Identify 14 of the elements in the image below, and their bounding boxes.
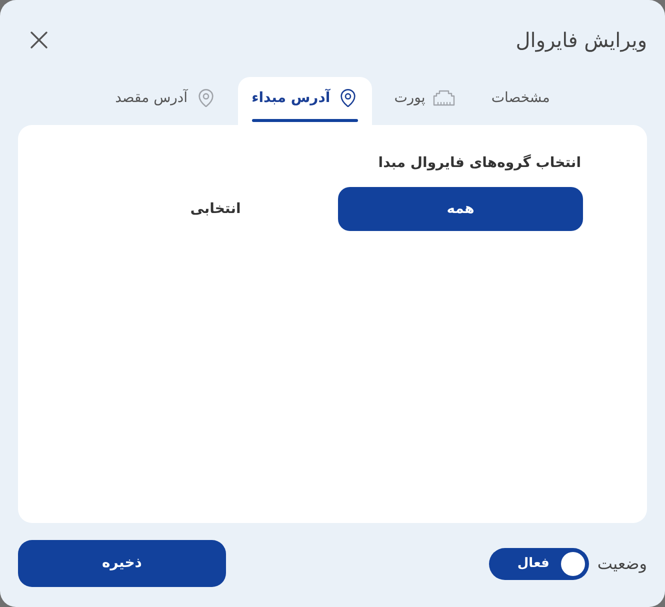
dialog-title: ویرایش فایروال [516,27,647,54]
tab[interactable]: آدرس مقصد [101,77,230,125]
status-label: وضعیت [597,552,647,575]
save-button[interactable]: ذخیره [18,540,226,587]
map-pin-icon [338,88,358,108]
map-pin-icon [196,88,216,108]
segment-option[interactable]: همه [338,187,583,231]
field-label: انتخاب گروه‌های فایروال مبدا [378,153,581,173]
ethernet-port-icon [433,90,456,106]
tab[interactable]: پورت [380,77,470,125]
tab[interactable]: آدرس مبداء [238,77,372,125]
status-toggle[interactable]: فعال [489,548,590,580]
segment-option[interactable]: انتخابی [93,187,338,231]
tab[interactable]: مشخصات [477,77,564,125]
